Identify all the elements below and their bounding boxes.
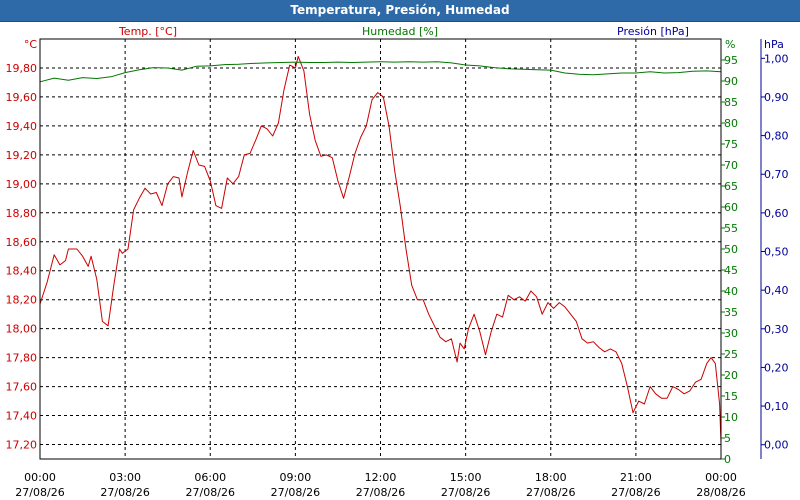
temp-tick-label: 17,20 xyxy=(6,439,38,452)
x-tick-date: 27/08/26 xyxy=(441,486,490,499)
legend-temp: Temp. [°C] xyxy=(118,25,177,38)
x-tick-time: 06:00 xyxy=(194,471,226,484)
x-tick-time: 03:00 xyxy=(109,471,141,484)
pres-tick-label: 0,80 xyxy=(764,130,789,143)
x-tick-time: 00:00 xyxy=(24,471,56,484)
pres-tick-label: 0,00 xyxy=(764,439,789,452)
hum-tick-label: 20 xyxy=(724,369,738,382)
x-tick-date: 27/08/26 xyxy=(356,486,405,499)
pres-tick-label: 0,20 xyxy=(764,361,789,374)
x-tick-time: 09:00 xyxy=(280,471,312,484)
x-tick-date: 27/08/26 xyxy=(526,486,575,499)
x-tick-time: 12:00 xyxy=(365,471,397,484)
temp-tick-label: 17,40 xyxy=(6,410,38,423)
hum-tick-label: 70 xyxy=(724,159,738,172)
hum-tick-label: 85 xyxy=(724,96,738,109)
pres-tick-label: 1,00 xyxy=(764,52,789,65)
hum-tick-label: 45 xyxy=(724,264,738,277)
hum-tick-label: 25 xyxy=(724,348,738,361)
hum-tick-label: 60 xyxy=(724,201,738,214)
temp-tick-label: 18,80 xyxy=(6,207,38,220)
x-tick-date: 27/08/26 xyxy=(611,486,660,499)
hum-tick-label: 75 xyxy=(724,138,738,151)
hum-tick-label: 90 xyxy=(724,75,738,88)
pres-unit-label: hPa xyxy=(764,38,784,51)
temp-tick-label: 19,60 xyxy=(6,91,38,104)
hum-tick-label: 15 xyxy=(724,390,738,403)
pres-tick-label: 0,70 xyxy=(764,168,789,181)
hum-tick-label: 50 xyxy=(724,243,738,256)
hum-tick-label: 35 xyxy=(724,306,738,319)
hum-unit-label: % xyxy=(725,38,735,51)
hum-tick-label: 80 xyxy=(724,117,738,130)
temp-tick-label: 18,00 xyxy=(6,323,38,336)
temp-tick-label: 19,20 xyxy=(6,149,38,162)
pres-tick-label: 0,90 xyxy=(764,91,789,104)
temp-tick-label: 17,80 xyxy=(6,352,38,365)
pres-tick-label: 0,10 xyxy=(764,400,789,413)
legend-humidity: Humedad [%] xyxy=(362,25,438,38)
x-tick-date: 27/08/26 xyxy=(186,486,235,499)
hum-tick-label: 0 xyxy=(724,453,731,466)
x-tick-time: 00:00 xyxy=(705,471,737,484)
x-tick-date: 27/08/26 xyxy=(100,486,149,499)
pres-tick-label: 0,30 xyxy=(764,323,789,336)
pres-tick-label: 0,60 xyxy=(764,207,789,220)
temp-tick-label: 19,40 xyxy=(6,120,38,133)
temp-tick-label: 18,40 xyxy=(6,265,38,278)
temp-tick-label: 17,60 xyxy=(6,381,38,394)
chart-title: Temperatura, Presión, Humedad xyxy=(290,3,510,17)
chart-canvas: 17,20 17,40 17,60 17,80 18,00 18,20 18,40 18,60… xyxy=(6,25,789,499)
x-tick-time: 15:00 xyxy=(450,471,482,484)
x-tick-time: 18:00 xyxy=(535,471,567,484)
legend-pressure: Presión [hPa] xyxy=(617,25,689,38)
hum-tick-label: 5 xyxy=(724,432,731,445)
temp-tick-label: 18,20 xyxy=(6,294,38,307)
pres-tick-label: 0,50 xyxy=(764,246,789,259)
title-bar: Temperatura, Presión, Humedad xyxy=(0,0,800,22)
hum-tick-label: 65 xyxy=(724,180,738,193)
temp-tick-label: 19,00 xyxy=(6,178,38,191)
temp-unit-label: °C xyxy=(24,38,38,51)
pres-tick-label: 0,40 xyxy=(764,284,789,297)
hum-tick-label: 10 xyxy=(724,411,738,424)
temp-tick-label: 18,60 xyxy=(6,236,38,249)
x-tick-time: 21:00 xyxy=(620,471,652,484)
hum-tick-label: 30 xyxy=(724,327,738,340)
hum-tick-label: 95 xyxy=(724,54,738,67)
x-tick-date: 27/08/26 xyxy=(271,486,320,499)
hum-tick-label: 55 xyxy=(724,222,738,235)
x-tick-date: 27/08/26 xyxy=(15,486,64,499)
x-tick-date: 28/08/26 xyxy=(696,486,745,499)
temp-tick-label: 19,80 xyxy=(6,62,38,75)
hum-tick-label: 40 xyxy=(724,285,738,298)
